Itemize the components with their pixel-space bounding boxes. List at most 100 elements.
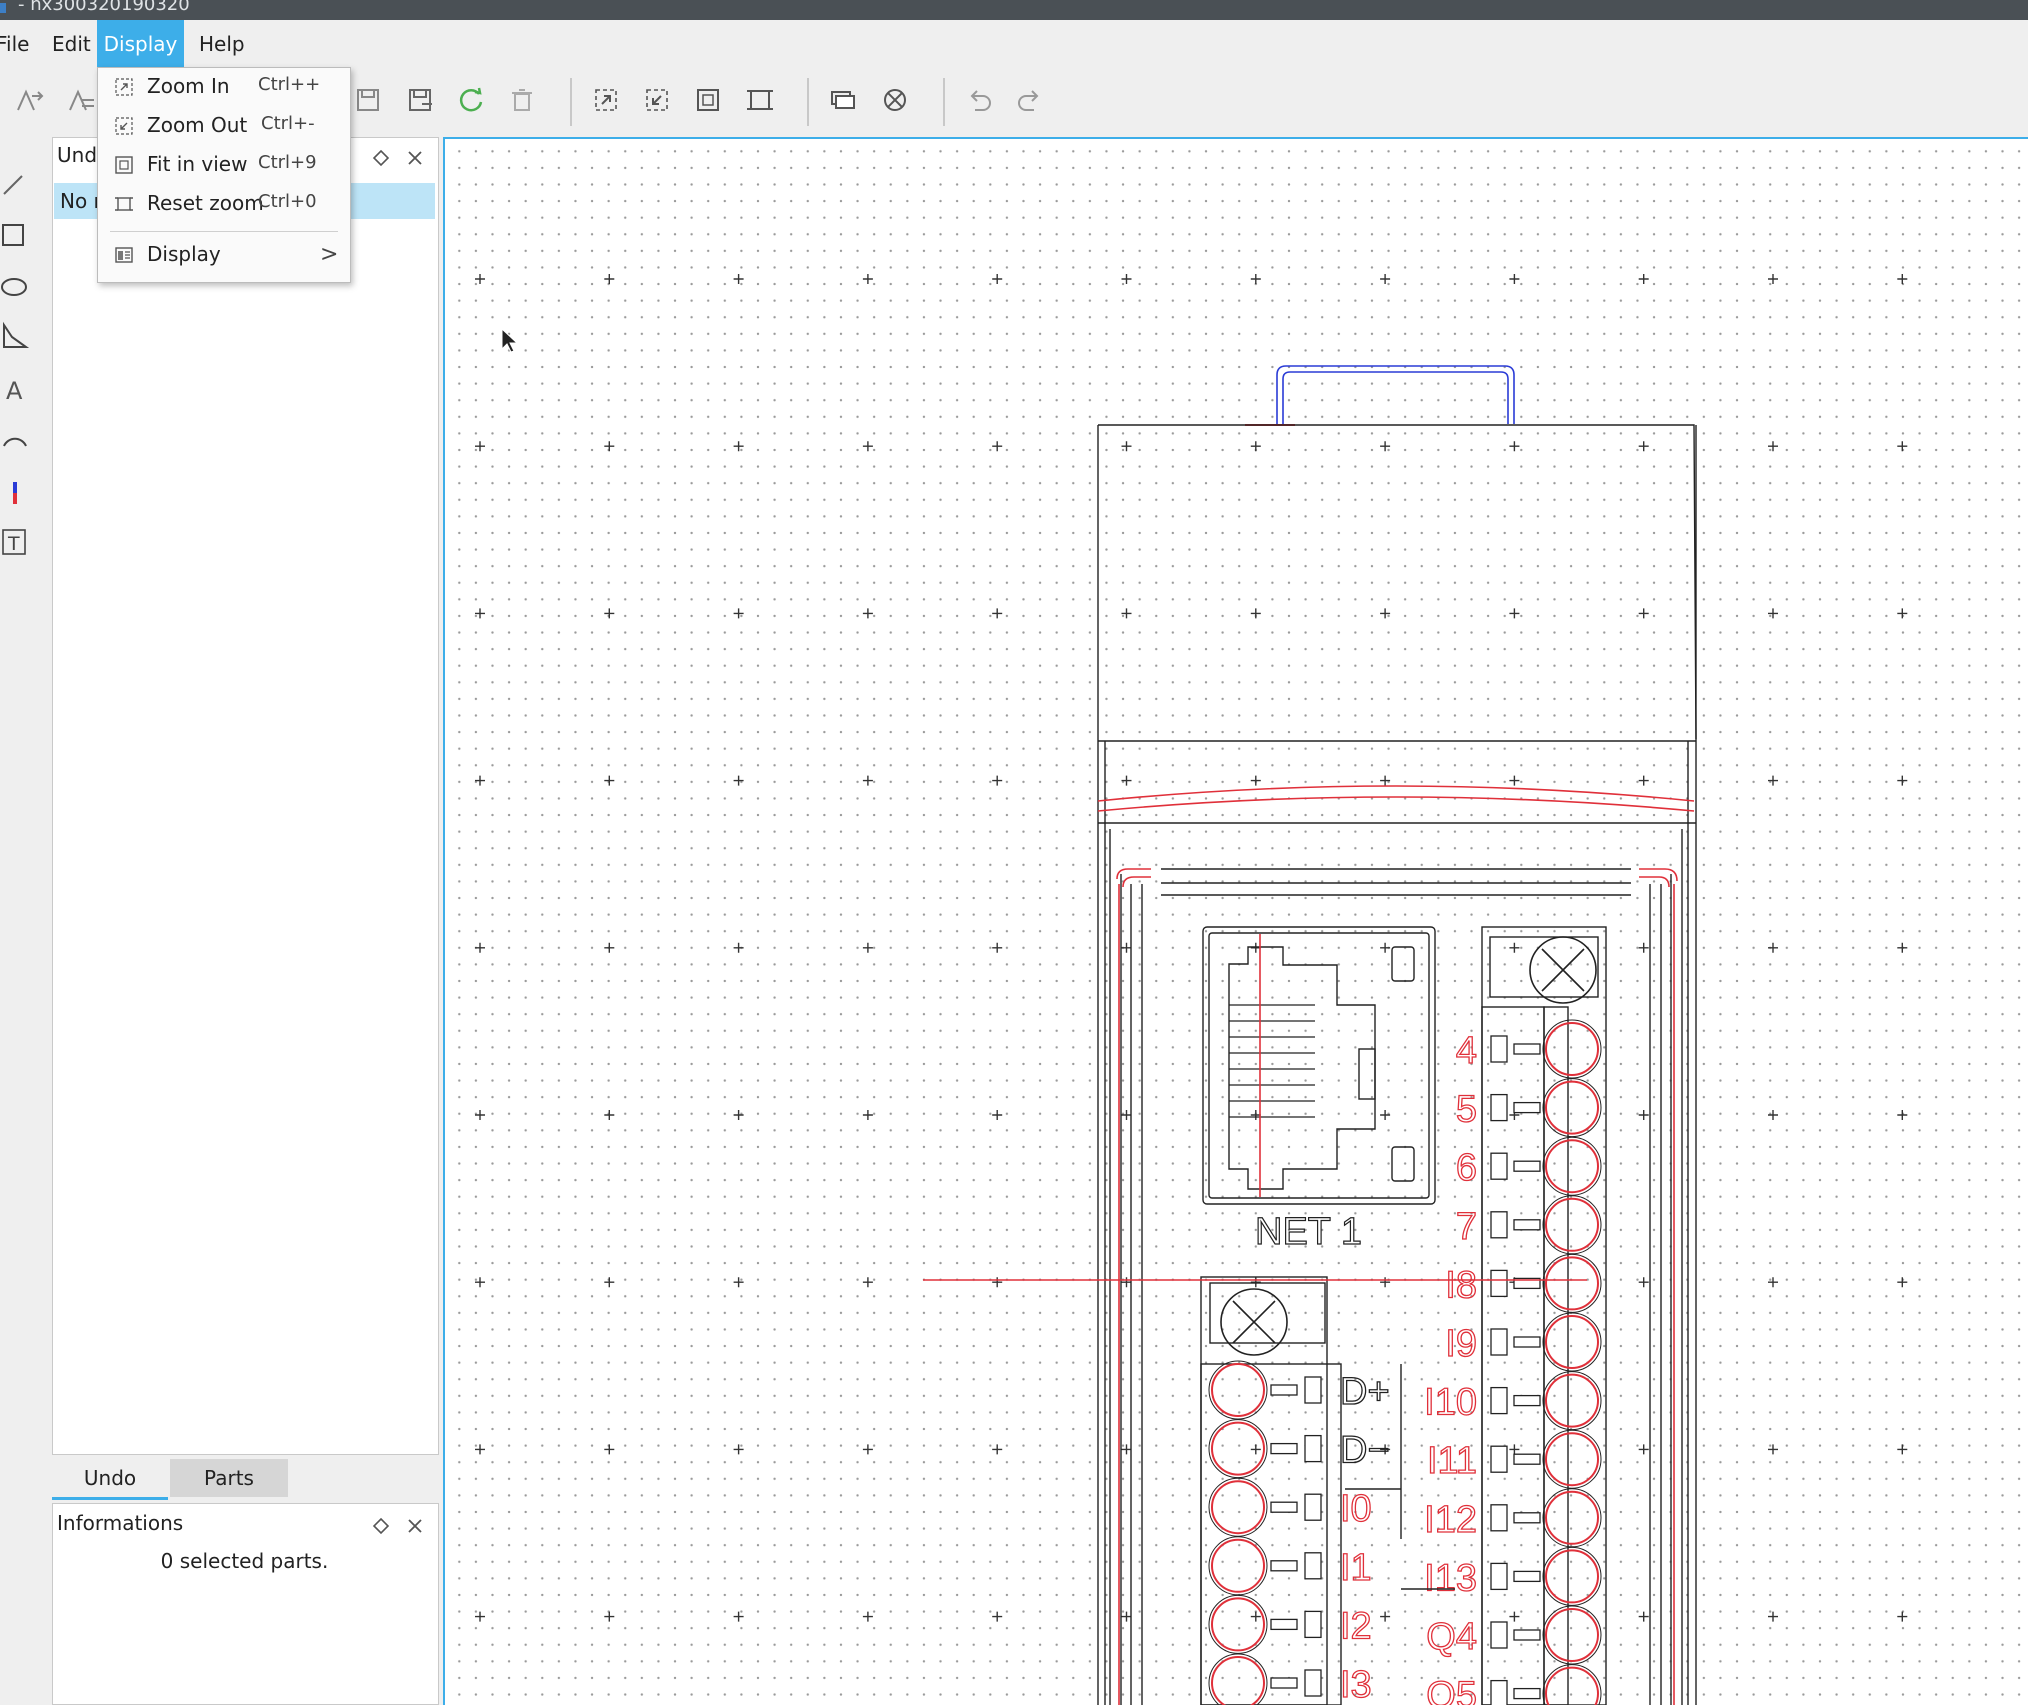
redo-icon[interactable]: [1012, 82, 1048, 118]
save-as-icon[interactable]: [402, 82, 438, 118]
grid-cross: [1121, 942, 1132, 953]
terminal-label: I3: [1340, 1664, 1372, 1705]
reset-zoom-icon[interactable]: [742, 82, 778, 118]
grid-cross: [733, 1110, 744, 1120]
grid-cross: [1768, 274, 1778, 284]
terminal-screw: [1545, 1315, 1599, 1369]
export-icon[interactable]: [64, 82, 100, 118]
terminal-tool-icon[interactable]: [0, 476, 32, 508]
zoom-in-icon[interactable]: [588, 82, 624, 118]
menu-separator: [110, 231, 338, 232]
grid-cross: [1897, 441, 1908, 452]
terminal-label: 7: [1456, 1206, 1477, 1248]
terminal-spring: [1513, 1570, 1541, 1583]
menu-item-display-submenu[interactable]: Display >: [98, 236, 350, 274]
menu-item-zoom-in[interactable]: Zoom In Ctrl++: [98, 68, 350, 106]
terminal-spring: [1513, 1394, 1541, 1407]
grid-cross: [1250, 775, 1261, 786]
selection-status: 0 selected parts.: [160, 1549, 329, 1573]
menu-item-label: Display: [147, 242, 221, 266]
terminal-clip: [1490, 1562, 1508, 1591]
terminal-label: I0: [1340, 1488, 1372, 1530]
grid-cross: [1897, 942, 1908, 953]
terminal-screw: [1545, 1432, 1599, 1487]
grid-cross: [733, 942, 744, 953]
polygon-tool-icon[interactable]: [0, 321, 32, 353]
toolbar-separator: [807, 78, 809, 126]
grid-cross: [475, 1444, 485, 1455]
terminal-spring: [1270, 1442, 1298, 1455]
grid-cross: [862, 274, 873, 284]
terminal-clip: [1304, 1610, 1322, 1639]
svg-text:A: A: [6, 377, 23, 405]
grid-cross: [1509, 1444, 1520, 1455]
arc-tool-icon[interactable]: [0, 424, 32, 456]
dynamic-text-tool-icon[interactable]: T: [0, 526, 32, 558]
terminal-clip: [1490, 1093, 1508, 1122]
grid-cross: [992, 1277, 1003, 1288]
reset-zoom-icon: [114, 194, 134, 214]
terminal-clip: [1490, 1621, 1508, 1649]
fit-in-view-icon[interactable]: [690, 82, 726, 118]
menu-item-label: Zoom In: [147, 74, 230, 98]
grid-cross: [1509, 608, 1520, 619]
terminal-screw: [1545, 1490, 1599, 1545]
terminal-screw: [1545, 1666, 1599, 1705]
float-dock-icon[interactable]: [370, 1515, 392, 1537]
check-part-icon[interactable]: [877, 82, 913, 118]
grid-cross: [1897, 1444, 1908, 1455]
grid-cross: [733, 1611, 744, 1622]
float-dock-icon[interactable]: [370, 147, 392, 169]
grid-cross: [733, 608, 744, 619]
menu-file[interactable]: File: [0, 20, 32, 68]
tab-parts[interactable]: Parts: [170, 1459, 288, 1497]
grid-cross: [992, 1611, 1003, 1622]
menu-item-zoom-out[interactable]: Zoom Out Ctrl+-: [98, 107, 350, 145]
close-dock-icon[interactable]: [404, 147, 426, 169]
app-icon: [0, 3, 6, 13]
toolbar-separator: [570, 78, 572, 126]
import-icon[interactable]: [12, 82, 48, 118]
save-icon[interactable]: [350, 82, 386, 118]
zoom-out-icon[interactable]: [639, 82, 675, 118]
rectangle-tool-icon[interactable]: [0, 219, 32, 251]
reload-icon[interactable]: [453, 82, 489, 118]
grid-cross: [604, 1444, 615, 1455]
menu-item-reset-zoom[interactable]: Reset zoom Ctrl+0: [98, 185, 350, 223]
terminal-ring: [1542, 1488, 1602, 1548]
edit-properties-icon[interactable]: [825, 82, 861, 118]
terminal-ring: [1542, 1253, 1602, 1313]
menu-item-fit-in-view[interactable]: Fit in view Ctrl+9: [98, 146, 350, 184]
terminal-clip: [1490, 1328, 1508, 1356]
text-tool-icon[interactable]: A: [0, 373, 32, 405]
terminal-screw: [1545, 1373, 1599, 1428]
terminal-label: I9: [1445, 1323, 1477, 1365]
terminal-label: D+: [1340, 1371, 1390, 1413]
undo-icon[interactable]: [961, 82, 997, 118]
grid-cross: [1897, 608, 1908, 619]
grid-cross: [733, 441, 744, 452]
line-tool-icon[interactable]: [0, 168, 32, 200]
grid-cross: [1509, 942, 1520, 953]
grid-cross: [1638, 1110, 1649, 1120]
grid-cross: [992, 775, 1003, 786]
ellipse-tool-icon[interactable]: [0, 270, 32, 302]
terminal-screw: [1545, 1549, 1599, 1604]
grid-cross: [1250, 1444, 1261, 1455]
close-dock-icon[interactable]: [404, 1515, 426, 1537]
menu-edit[interactable]: Edit: [52, 20, 91, 68]
grid-cross: [733, 775, 744, 786]
delete-icon[interactable]: [504, 82, 540, 118]
grid-cross: [1250, 1277, 1261, 1288]
grid-cross: [1380, 441, 1391, 452]
drawing-canvas[interactable]: NET 1 4 5 6 7 I8 I9 I10 I11 I12 I13 Q4 Q5 D+ D− I0 I1 I…: [443, 137, 2028, 1705]
grid-cross: [1768, 441, 1778, 452]
grid-cross: [1897, 274, 1908, 284]
grid-cross: [862, 441, 873, 452]
grid-cross: [1768, 942, 1778, 953]
menu-display[interactable]: Display: [97, 20, 184, 68]
tab-undo[interactable]: Undo: [52, 1459, 168, 1500]
grid-cross: [992, 1110, 1003, 1120]
menu-help[interactable]: Help: [199, 20, 245, 68]
terminal-ring: [1208, 1360, 1268, 1420]
